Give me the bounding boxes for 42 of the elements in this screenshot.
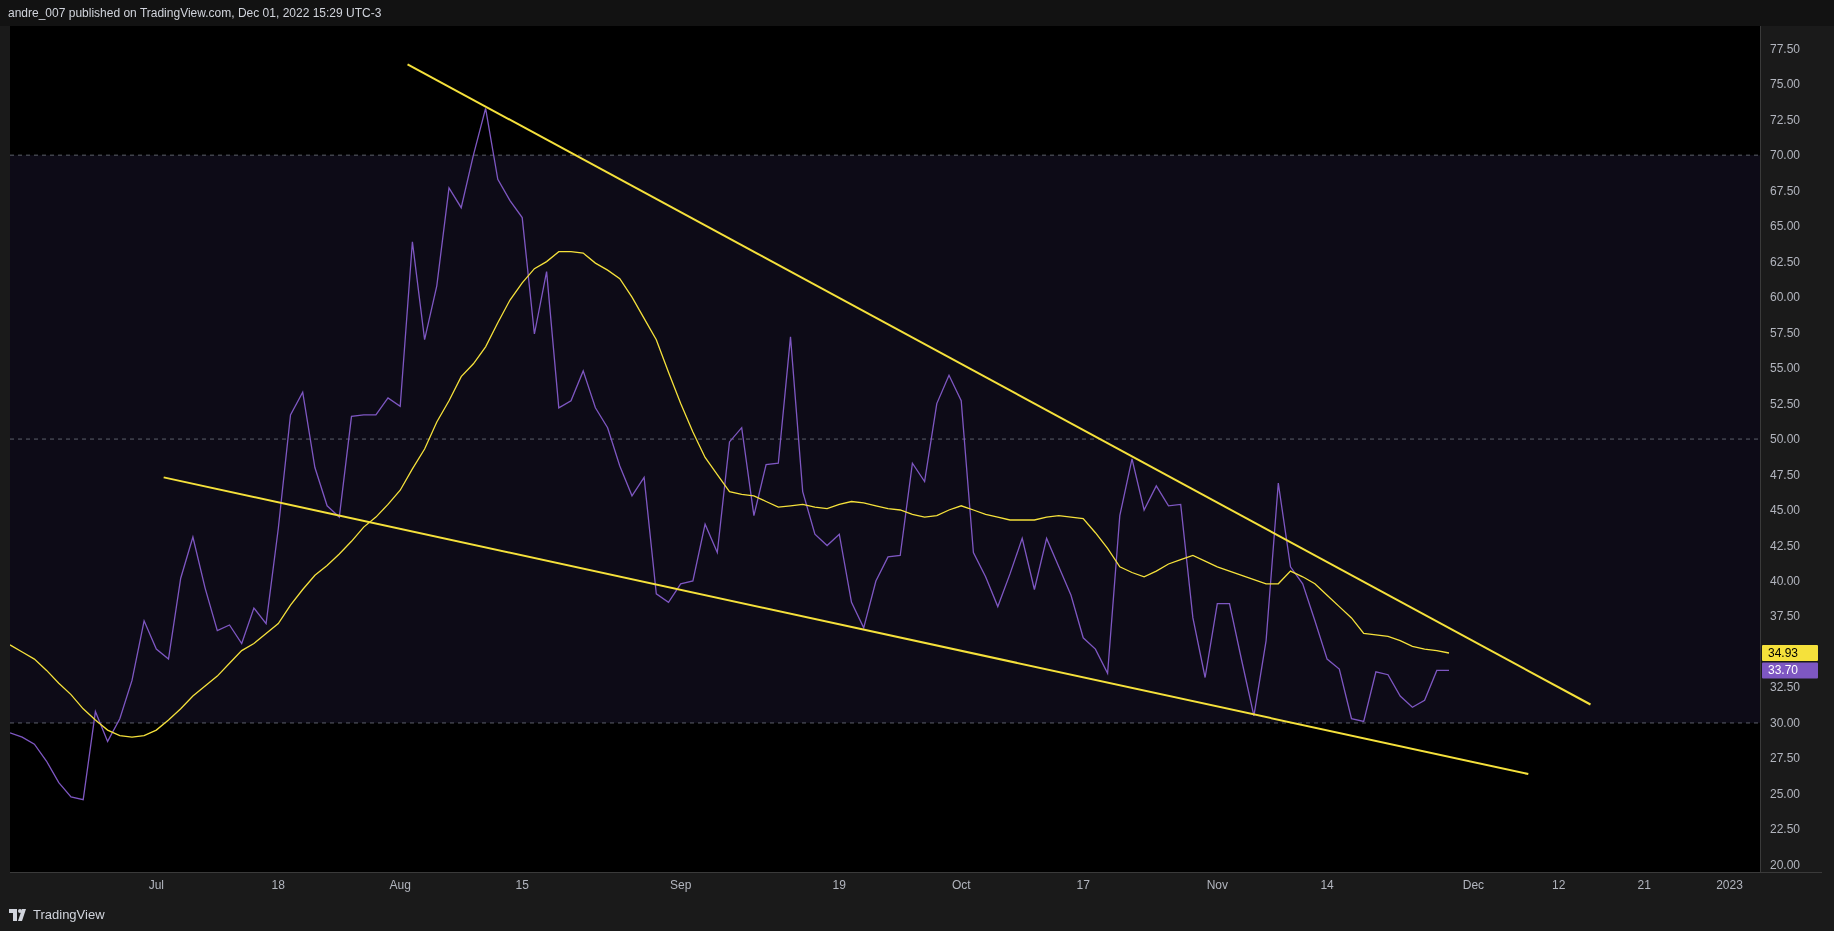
y-axis-label: 67.50 (1770, 183, 1801, 198)
y-axis-label: 57.50 (1770, 325, 1801, 340)
y-axis-label: 50.00 (1770, 432, 1801, 447)
logo-icon (9, 908, 29, 921)
y-axis-label: 55.00 (1770, 361, 1801, 376)
x-axis-label: 14 (1320, 878, 1334, 892)
x-axis-label: Aug (389, 878, 411, 892)
y-axis-label: 75.00 (1770, 77, 1801, 92)
x-axis-label: 2023 (1716, 878, 1743, 892)
x-axis-label: 18 (271, 878, 285, 892)
y-axis-label: 25.00 (1770, 786, 1801, 801)
x-axis-label: Oct (951, 878, 971, 892)
price-label: 34.93 (1762, 645, 1818, 661)
y-axis-label: 62.50 (1770, 254, 1801, 269)
y-axis-label: 20.00 (1770, 857, 1801, 872)
x-axis-label: 12 (1552, 878, 1566, 892)
y-axis-label: 70.00 (1770, 148, 1801, 163)
y-axis-label: 72.50 (1770, 112, 1801, 127)
y-axis-label: 65.00 (1770, 219, 1801, 234)
publish-info: andre_007 published on TradingView.com, Dec 01, 2022 15:29 UTC-3 (8, 5, 382, 22)
x-axis-label: Nov (1206, 878, 1228, 892)
y-axis-label: 37.50 (1770, 609, 1801, 624)
y-axis-label: 60.00 (1770, 290, 1801, 305)
y-axis-label: 22.50 (1770, 822, 1801, 837)
x-axis-label: Dec (1462, 878, 1485, 892)
y-axis-label: 32.50 (1770, 680, 1801, 695)
price-label: 33.70 (1762, 662, 1818, 679)
brand-name: TradingView (33, 905, 105, 924)
x-axis-label: 19 (832, 878, 846, 892)
x-axis-label: Sep (670, 878, 692, 892)
y-axis-label: 45.00 (1770, 503, 1801, 518)
y-axis-label: 77.50 (1770, 41, 1801, 56)
x-axis-label: 17 (1076, 878, 1090, 892)
y-axis-label: 52.50 (1770, 396, 1801, 411)
y-axis-label: 47.50 (1770, 467, 1801, 482)
y-axis-label: 30.00 (1770, 715, 1801, 730)
y-axis-label: 40.00 (1770, 574, 1801, 588)
x-axis-label: 15 (515, 878, 529, 892)
x-axis-label: Jul (148, 878, 164, 892)
x-axis-label: 21 (1637, 878, 1651, 892)
y-axis-label: 27.50 (1770, 751, 1801, 766)
y-axis-label: 42.50 (1770, 538, 1801, 553)
